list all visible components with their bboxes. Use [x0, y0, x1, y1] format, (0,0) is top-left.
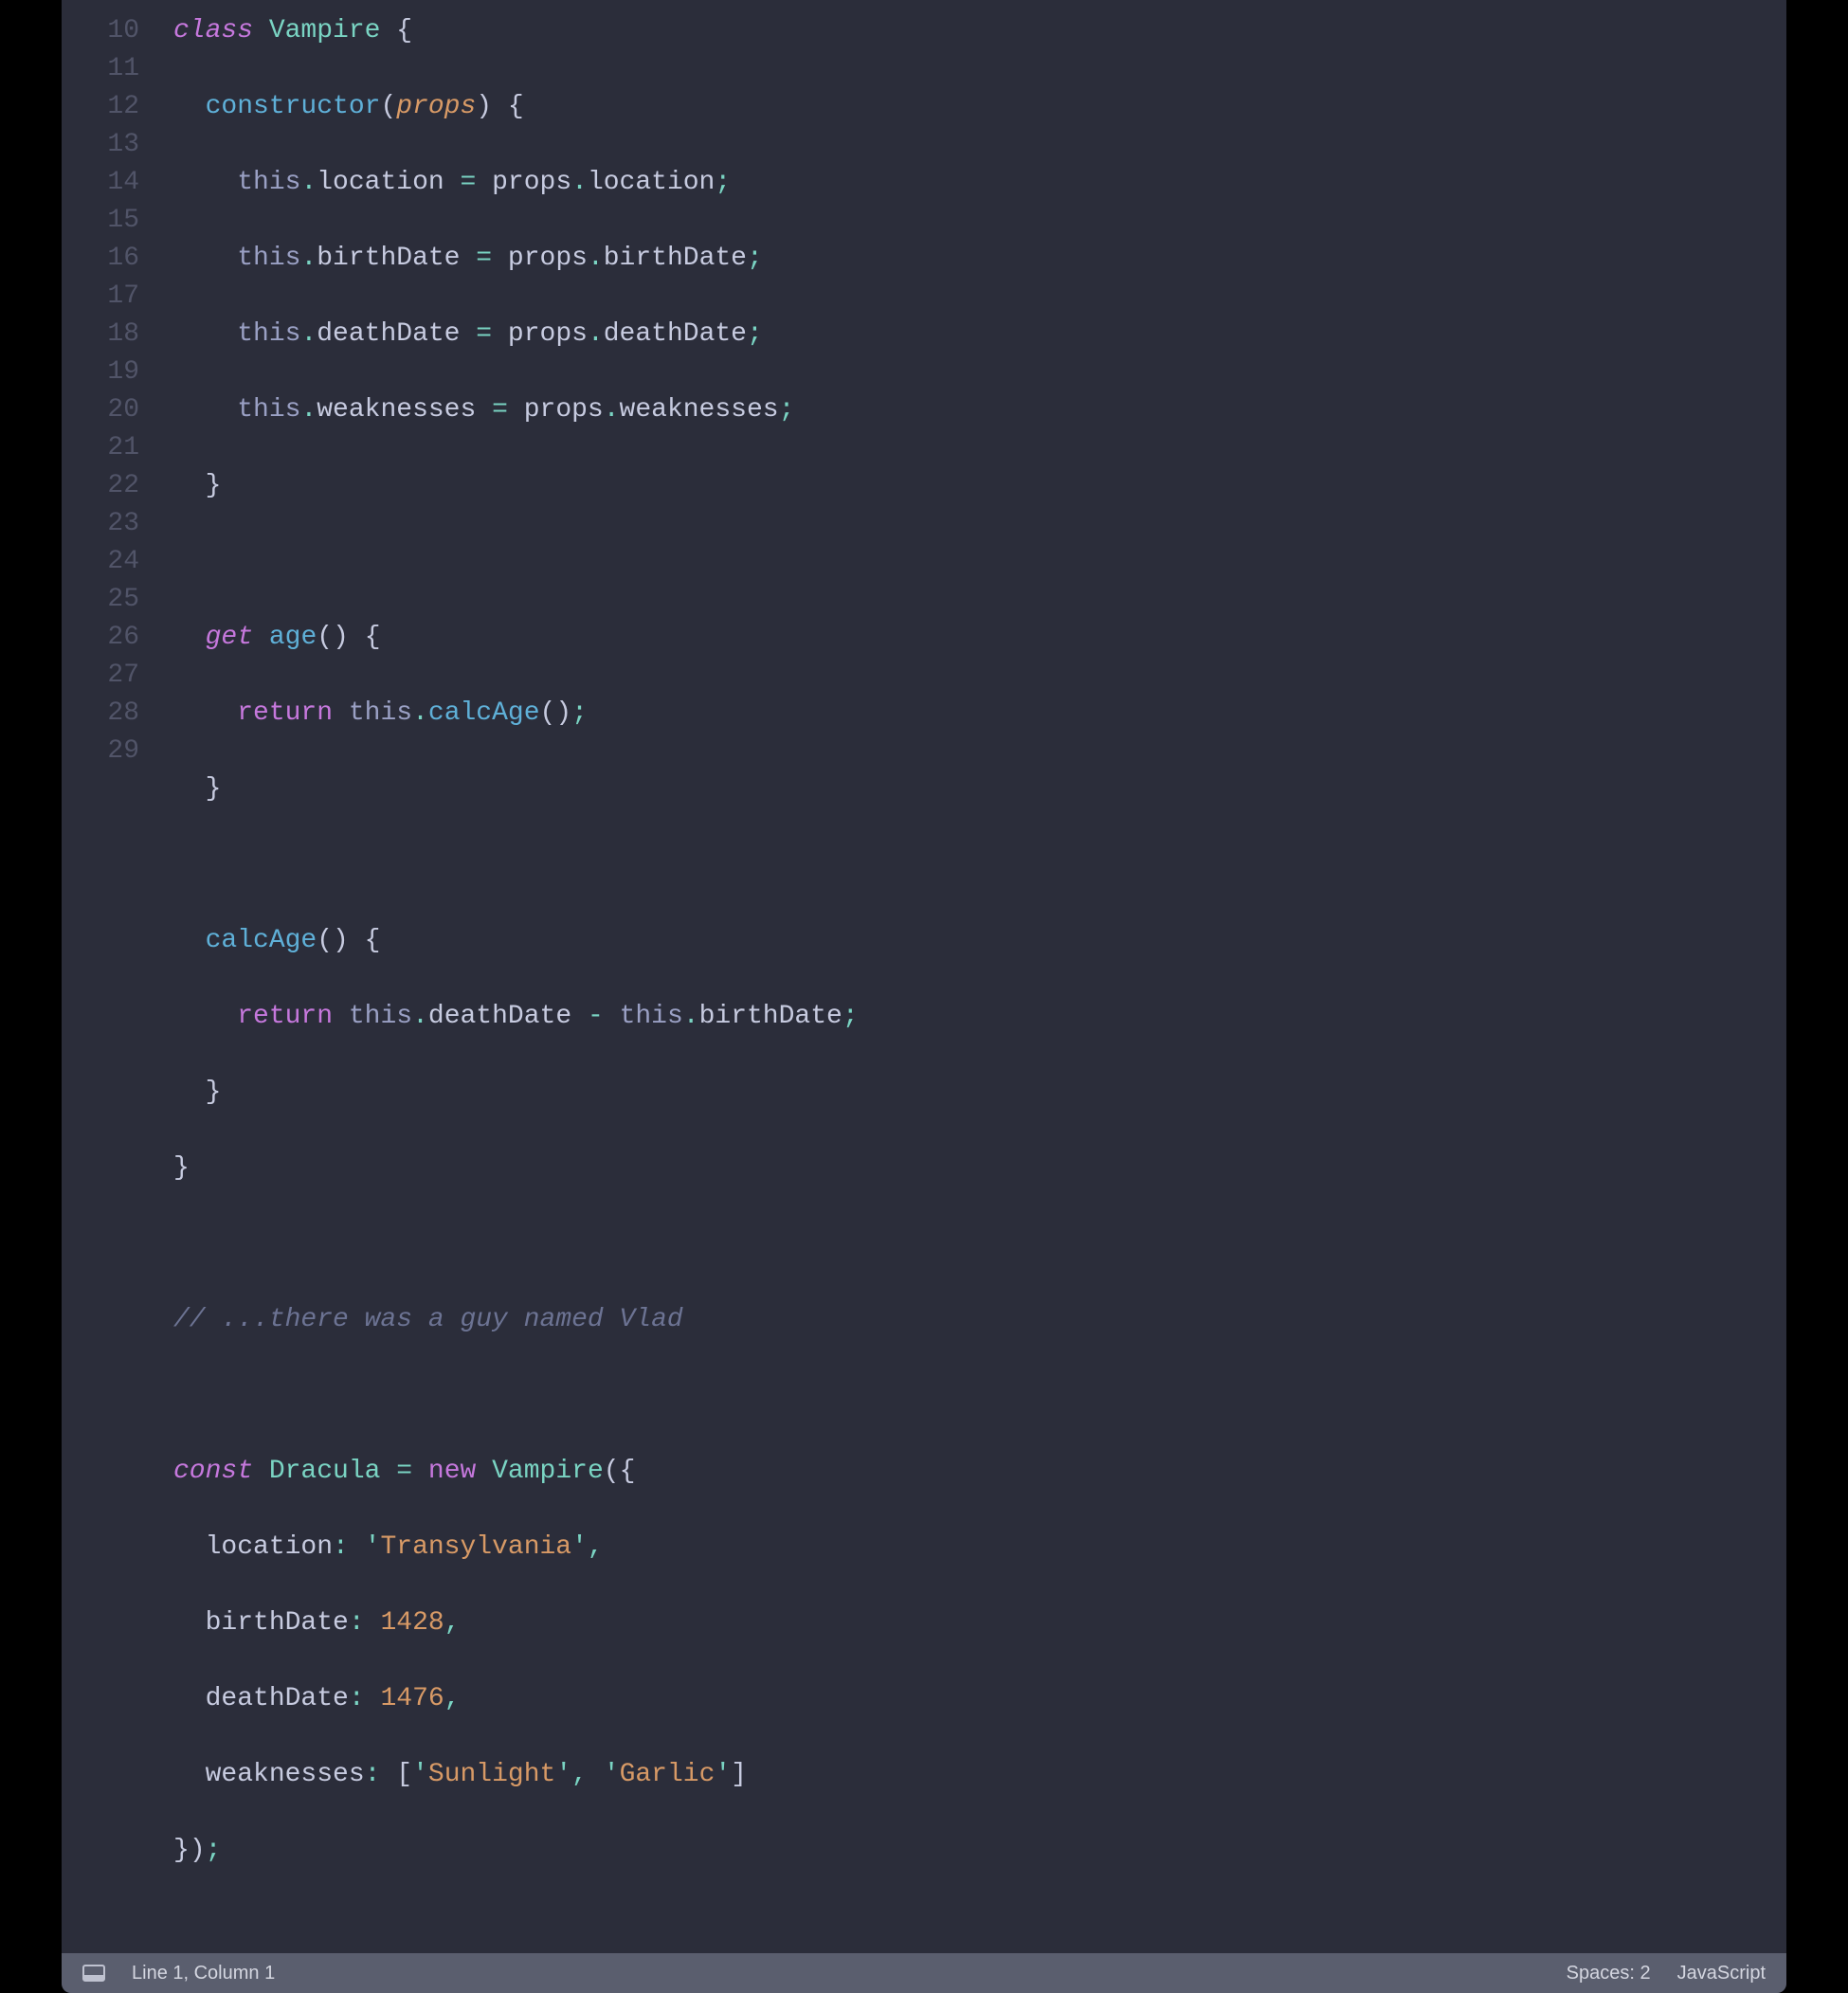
line-number[interactable]: 9	[81, 0, 139, 12]
line-number[interactable]: 26	[81, 619, 139, 657]
line-number[interactable]: 11	[81, 50, 139, 88]
editor-window: example.js example.js × 1 2 3 4 5 6 7 8 …	[62, 0, 1786, 1993]
code-token: class	[173, 16, 253, 45]
line-number[interactable]: 23	[81, 505, 139, 543]
line-number[interactable]: 18	[81, 316, 139, 353]
code-token: // ...there was a guy named Vlad	[173, 1305, 683, 1334]
code-content[interactable]: /* * Once upon a time... */ class Vampir…	[153, 0, 1786, 1953]
line-number[interactable]: 19	[81, 353, 139, 391]
status-bar: Line 1, Column 1 Spaces: 2 JavaScript	[62, 1953, 1786, 1993]
code-token: this	[237, 168, 300, 197]
line-number[interactable]: 28	[81, 695, 139, 733]
line-number[interactable]: 21	[81, 429, 139, 467]
line-number[interactable]: 17	[81, 278, 139, 316]
line-number[interactable]: 10	[81, 12, 139, 50]
line-number[interactable]: 13	[81, 126, 139, 164]
line-number[interactable]: 12	[81, 88, 139, 126]
line-number[interactable]: 20	[81, 391, 139, 429]
line-number[interactable]: 29	[81, 733, 139, 770]
line-number[interactable]: 16	[81, 240, 139, 278]
language-mode[interactable]: JavaScript	[1677, 1963, 1766, 1984]
line-number[interactable]: 25	[81, 581, 139, 619]
code-token: get	[206, 623, 253, 652]
code-token: {	[396, 16, 412, 45]
line-number[interactable]: 22	[81, 467, 139, 505]
code-token: Vampire	[269, 16, 381, 45]
line-number[interactable]: 27	[81, 657, 139, 695]
cursor-position[interactable]: Line 1, Column 1	[132, 1963, 275, 1984]
editor-area: 1 2 3 4 5 6 7 8 9 10 11 12 13 14 15 16 1…	[62, 0, 1786, 1953]
code-token: props	[396, 92, 476, 121]
line-number[interactable]: 24	[81, 543, 139, 581]
panel-icon[interactable]	[82, 1965, 105, 1982]
code-token: constructor	[206, 92, 381, 121]
line-number[interactable]: 14	[81, 164, 139, 202]
indent-setting[interactable]: Spaces: 2	[1567, 1963, 1651, 1984]
line-number-gutter[interactable]: 1 2 3 4 5 6 7 8 9 10 11 12 13 14 15 16 1…	[62, 0, 153, 1953]
line-number[interactable]: 15	[81, 202, 139, 240]
